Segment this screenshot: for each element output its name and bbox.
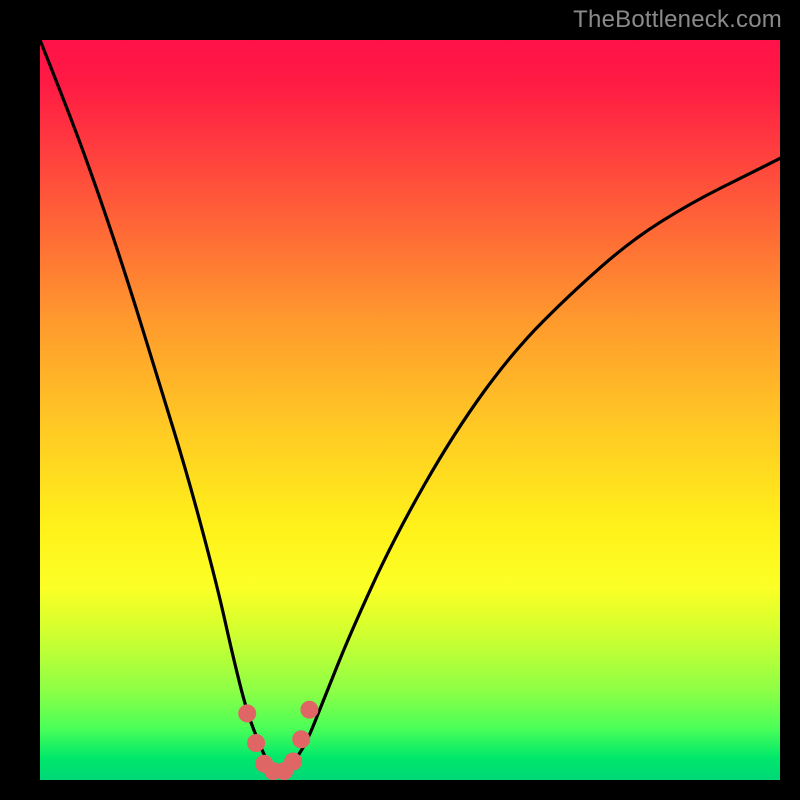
watermark-text: TheBottleneck.com [573,6,782,34]
valley-marker [284,753,302,771]
valley-marker [238,704,256,722]
valley-marker [247,734,265,752]
curve-layer [40,40,780,780]
valley-markers [238,701,318,780]
valley-marker [300,701,318,719]
valley-marker [292,730,310,748]
bottleneck-curve [40,40,780,773]
chart-frame: TheBottleneck.com [0,0,800,800]
plot-area [40,40,780,780]
